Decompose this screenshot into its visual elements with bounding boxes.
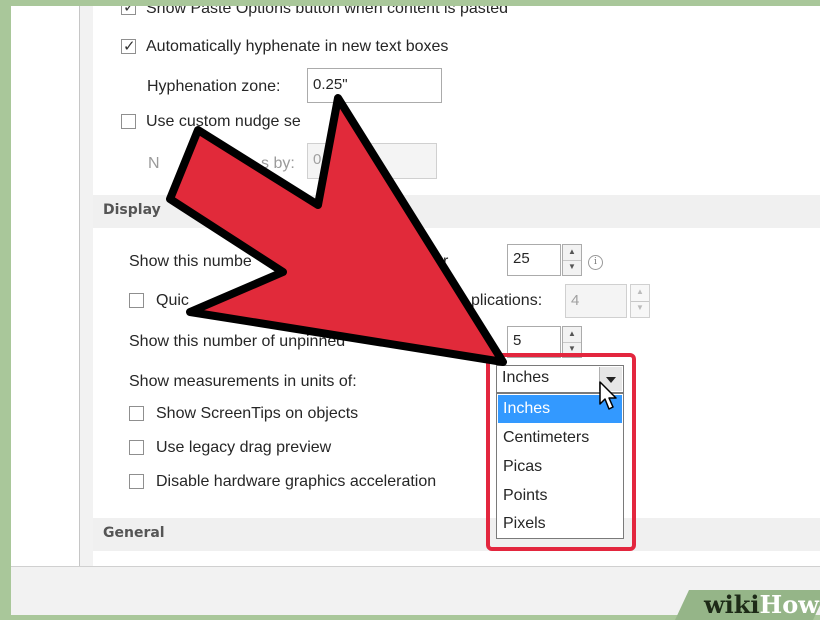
watermark-how: How <box>759 590 819 619</box>
watermark-wiki: wiki <box>704 590 760 619</box>
wikihow-watermark: wikiHow <box>704 590 819 620</box>
red-pointer-arrow-icon <box>166 94 507 366</box>
